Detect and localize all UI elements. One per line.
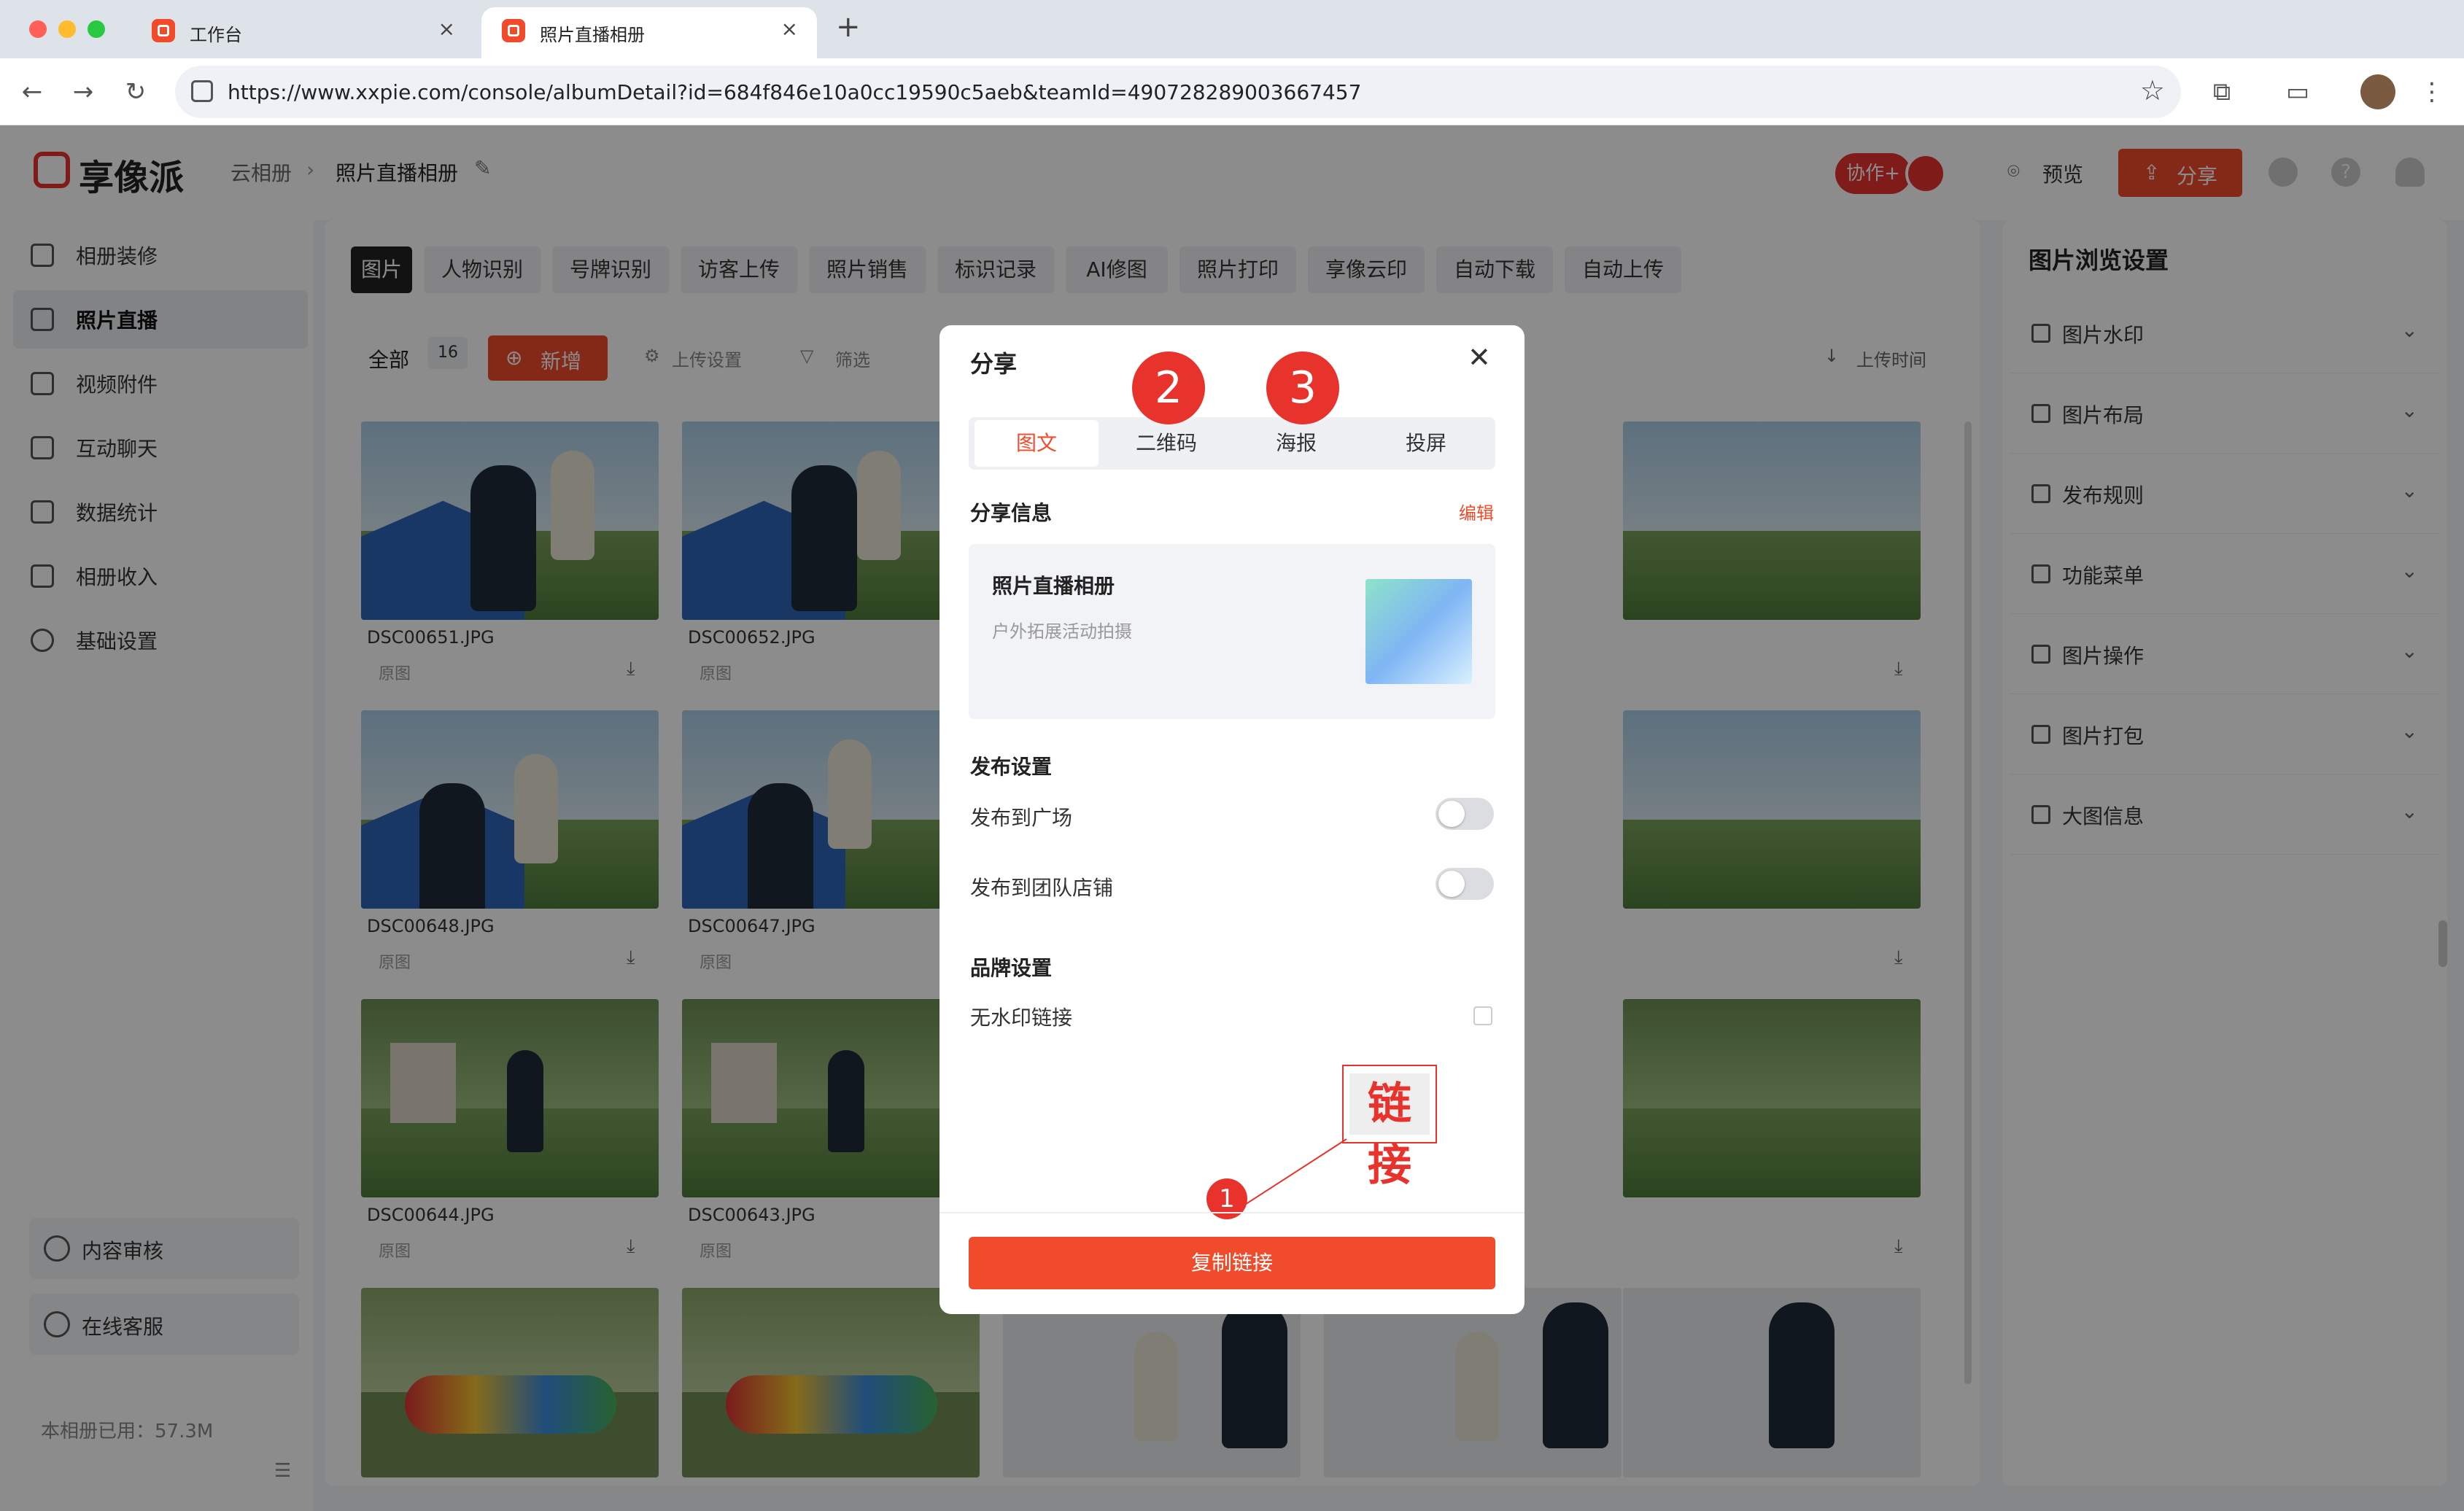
publish-square-toggle[interactable] [1436,798,1494,830]
publish-square-label: 发布到广场 [970,806,1073,830]
extensions-icon[interactable]: ⧉ [2203,73,2241,111]
app-favicon-icon [152,19,175,42]
reload-icon[interactable]: ↻ [117,73,155,111]
menu-icon[interactable]: ⋮ [2413,73,2451,111]
copy-link-button[interactable]: 复制链接 [969,1237,1495,1289]
back-icon[interactable]: ← [13,73,51,111]
browser-tab-workbench[interactable]: 工作台 × [131,7,474,58]
divider [940,1212,1524,1213]
edit-share-info-link[interactable]: 编辑 [1459,499,1494,524]
address-bar[interactable]: https://www.xxpie.com/console/albumDetai… [175,66,2181,118]
step-badge-2: 2 [1132,351,1205,424]
profile-avatar[interactable] [2360,74,2395,109]
close-icon[interactable]: ✕ [1468,341,1491,373]
tab-image-text[interactable]: 图文 [975,420,1099,467]
publish-settings-title: 发布设置 [970,755,1053,779]
share-dialog: 分享 ✕ 图文 二维码 海报 投屏 分享信息 编辑 照片直播相册 户外拓展活动拍… [940,325,1524,1314]
publish-shop-toggle[interactable] [1436,868,1494,900]
browser-tab-album[interactable]: 照片直播相册 × [481,7,817,58]
bookmark-star-icon[interactable]: ☆ [2140,74,2165,106]
tab-screen-cast[interactable]: 投屏 [1364,420,1488,467]
new-tab-button[interactable]: + [836,10,861,44]
close-window-button[interactable] [29,20,47,38]
forward-icon[interactable]: → [64,73,102,111]
app-favicon-icon [502,19,525,42]
cast-icon[interactable]: ▭ [2279,73,2317,111]
tab-title: 照片直播相册 [540,25,645,45]
browser-tab-bar: 工作台 × 照片直播相册 × + [0,0,2464,58]
card-subtitle: 户外拓展活动拍摄 [992,621,1132,642]
brand-settings-title: 品牌设置 [970,956,1053,980]
no-watermark-label: 无水印链接 [970,1006,1073,1030]
tab-title: 工作台 [190,25,242,45]
no-watermark-checkbox[interactable] [1473,1006,1492,1025]
close-tab-icon[interactable]: × [438,17,455,41]
close-tab-icon[interactable]: × [781,17,798,41]
url-text: https://www.xxpie.com/console/albumDetai… [228,80,1362,104]
step-badge-3: 3 [1266,351,1339,424]
publish-shop-label: 发布到团队店铺 [970,876,1114,900]
annotation-label: 链接 [1349,1073,1430,1191]
tab-poster[interactable]: 海报 [1234,420,1358,467]
share-info-title: 分享信息 [970,501,1053,525]
card-title: 照片直播相册 [992,574,1115,598]
dialog-title: 分享 [970,350,1018,378]
browser-toolbar: ← → ↻ https://www.xxpie.com/console/albu… [0,58,2464,125]
tab-qrcode[interactable]: 二维码 [1104,420,1228,467]
site-settings-icon[interactable] [191,80,213,102]
minimize-window-button[interactable] [58,20,76,38]
album-cover-thumbnail [1365,579,1472,684]
share-preview-card: 照片直播相册 户外拓展活动拍摄 [969,544,1495,719]
maximize-window-button[interactable] [88,20,105,38]
annotation-box: 链接 [1342,1065,1437,1191]
